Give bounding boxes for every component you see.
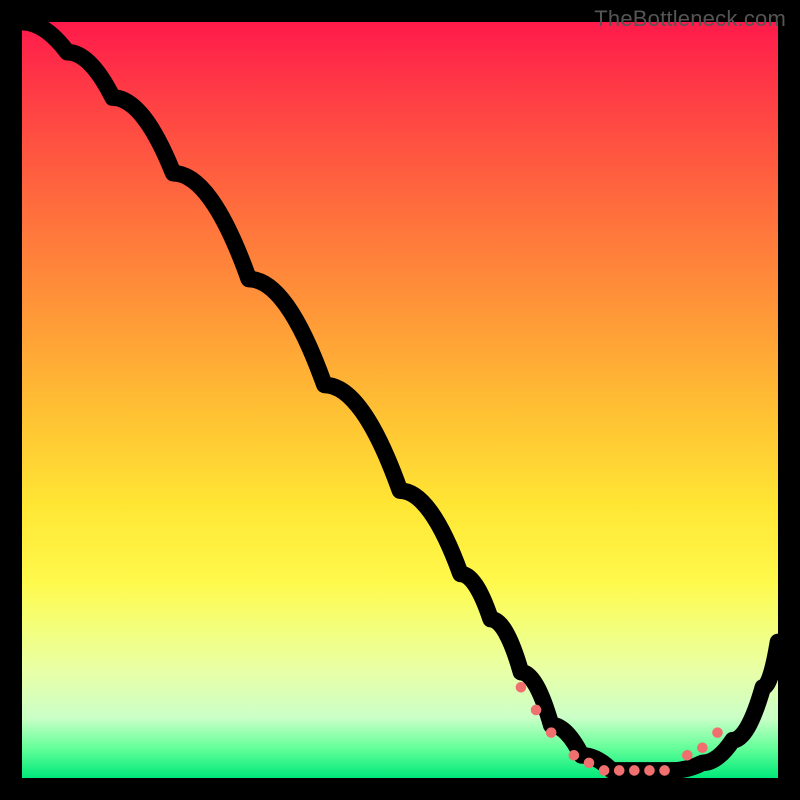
- curve-layer: [22, 22, 778, 778]
- marker-dot: [644, 765, 655, 776]
- marker-dot: [682, 750, 693, 761]
- marker-dot: [531, 705, 542, 716]
- plot-area: [22, 22, 778, 778]
- marker-dot: [659, 765, 670, 776]
- marker-dot: [629, 765, 640, 776]
- marker-dot: [712, 727, 723, 738]
- marker-dot: [614, 765, 625, 776]
- marker-dot: [546, 727, 557, 738]
- bottleneck-curve-path: [22, 22, 778, 770]
- marker-dot: [516, 682, 527, 693]
- chart-frame: TheBottleneck.com: [0, 0, 800, 800]
- watermark-text: TheBottleneck.com: [594, 6, 786, 32]
- marker-dot: [584, 758, 595, 769]
- marker-dot: [569, 750, 580, 761]
- marker-dot: [697, 742, 708, 753]
- marker-dot: [599, 765, 610, 776]
